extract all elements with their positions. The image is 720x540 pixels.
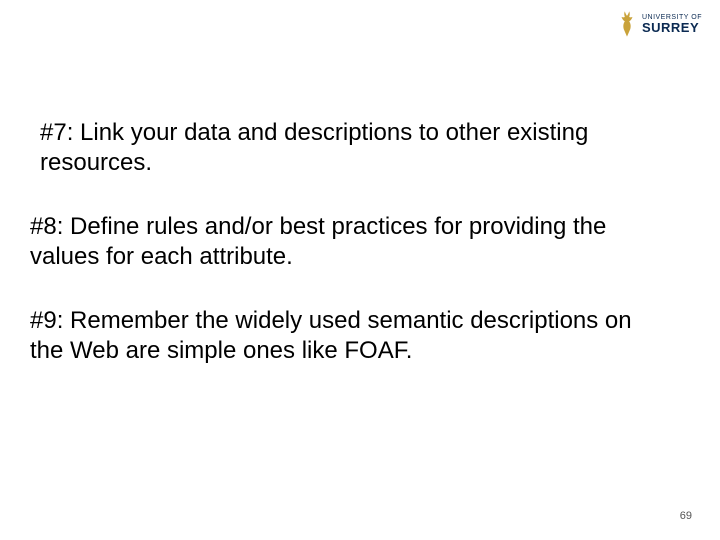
logo-text: UNIVERSITY OF SURREY bbox=[642, 14, 702, 34]
item-9: #9: Remember the widely used semantic de… bbox=[30, 306, 660, 366]
university-logo: UNIVERSITY OF SURREY bbox=[616, 10, 702, 38]
page-number: 69 bbox=[680, 510, 692, 522]
slide-content: #7: Link your data and descriptions to o… bbox=[30, 118, 660, 400]
logo-line2: SURREY bbox=[642, 21, 702, 34]
item-7: #7: Link your data and descriptions to o… bbox=[30, 118, 660, 178]
stag-icon bbox=[616, 10, 638, 38]
item-8: #8: Define rules and/or best practices f… bbox=[30, 212, 660, 272]
